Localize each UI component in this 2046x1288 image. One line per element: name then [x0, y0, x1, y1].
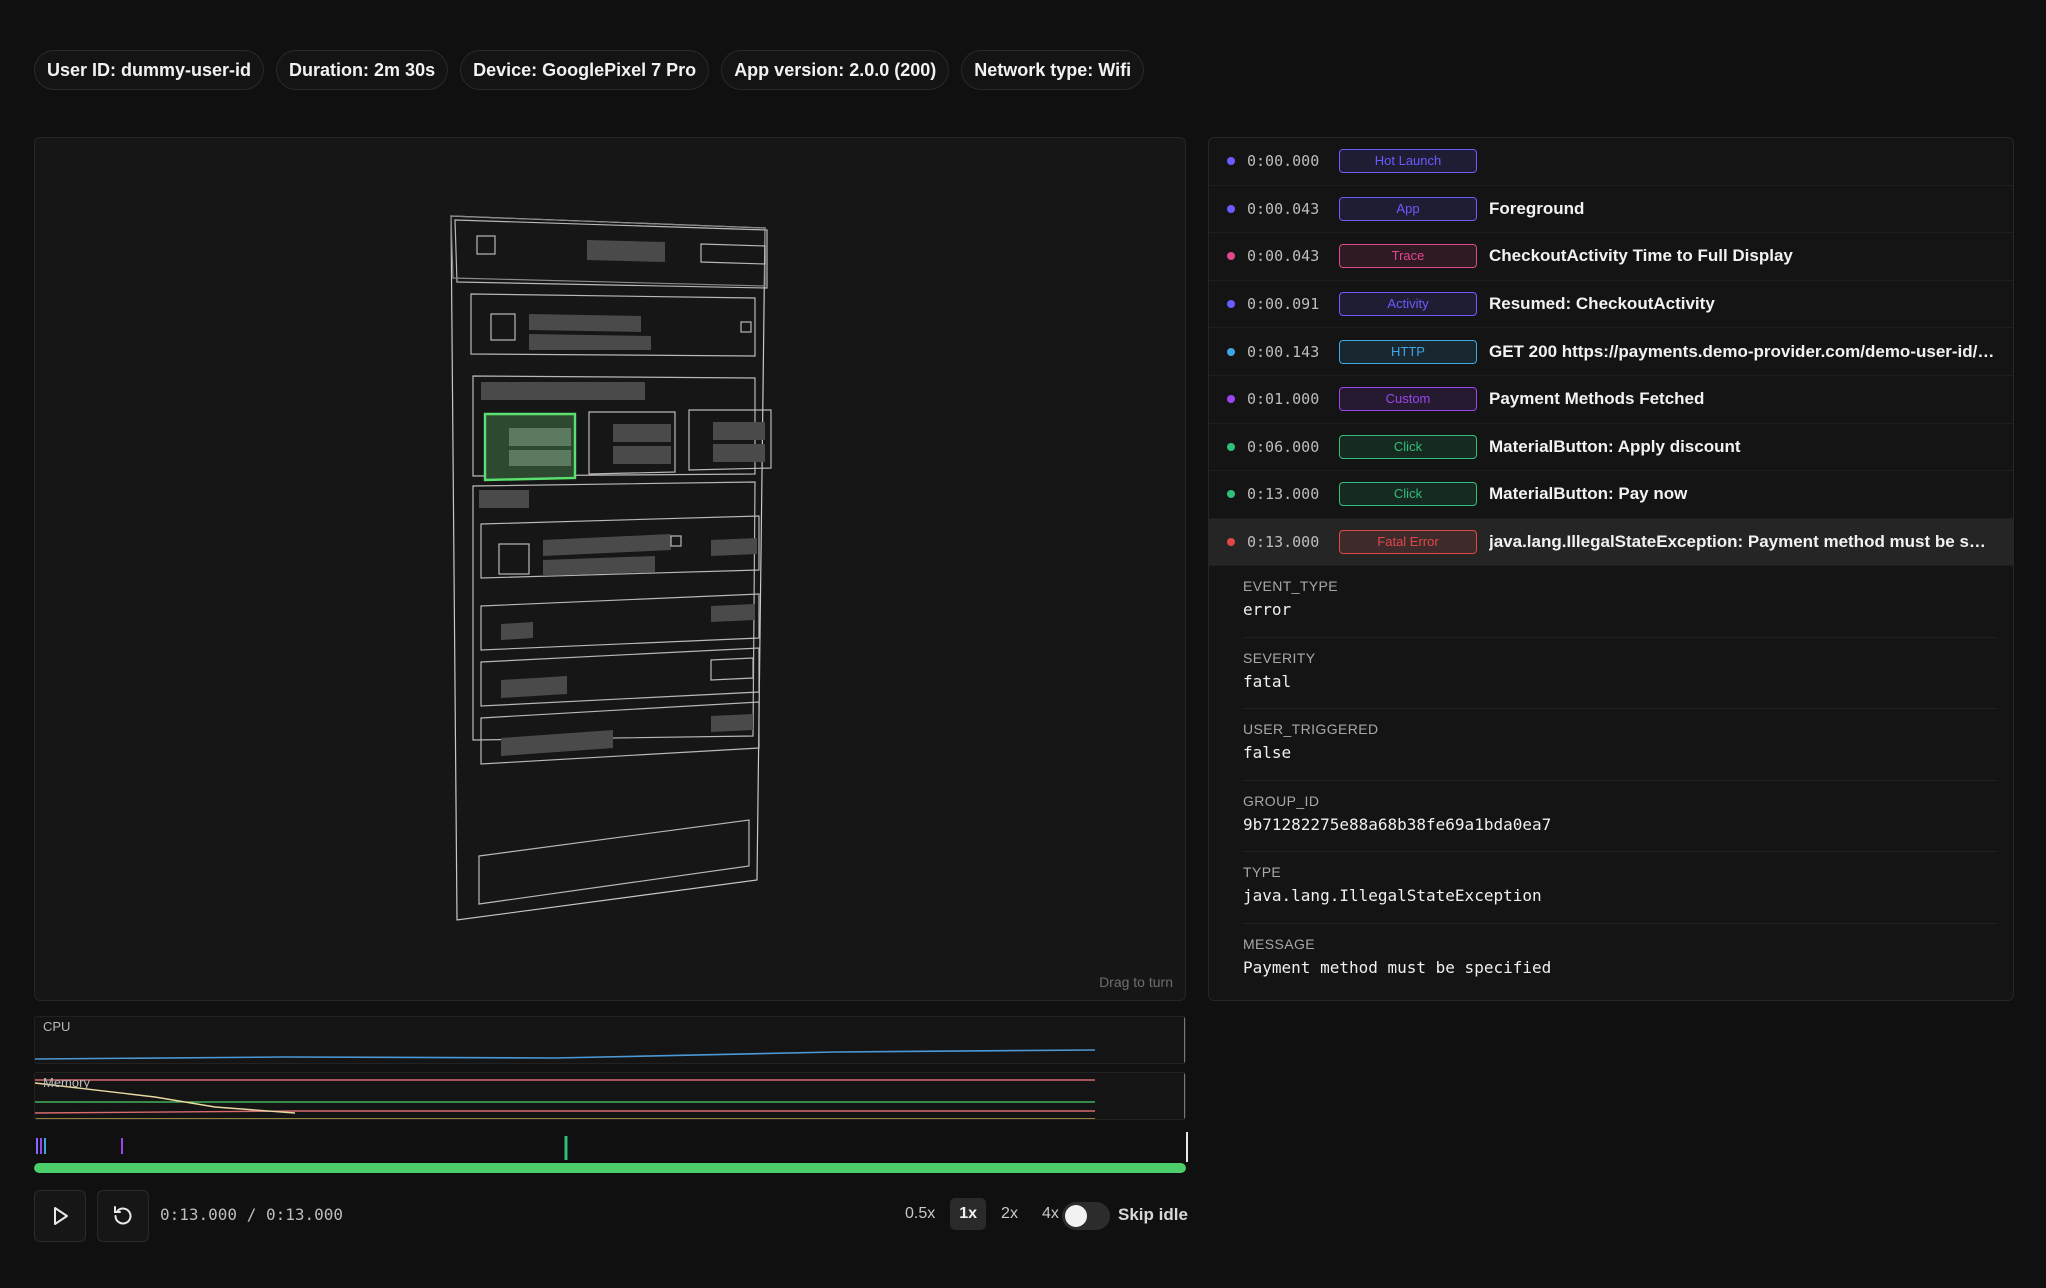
- detail-value: error: [1243, 600, 1292, 620]
- event-list: 0:00.000 Hot Launch 0:00.043 App Foreground 0…: [1209, 138, 2013, 567]
- event-time: 0:00.143: [1247, 342, 1320, 361]
- event-type-badge: Hot Launch: [1339, 149, 1477, 174]
- timeline-progress: [34, 1163, 1186, 1173]
- skip-idle-label: Skip idle: [1118, 1205, 1188, 1224]
- speed-option[interactable]: 1x: [950, 1198, 987, 1230]
- event-row[interactable]: 0:00.143 HTTP GET 200 https://payments.dem…: [1209, 328, 2013, 376]
- detail-item: EVENT_TYPEerror: [1243, 566, 1997, 638]
- event-dot: [1227, 347, 1235, 356]
- event-row[interactable]: 0:00.091 Activity Resumed: CheckoutActivit…: [1209, 281, 2013, 329]
- event-dot: [1227, 490, 1235, 499]
- memory-line-chart: [35, 1073, 1185, 1119]
- wireframe-3d-layout[interactable]: [35, 138, 1186, 1001]
- playback-time: 0:13.000 / 0:13.000: [160, 1205, 344, 1224]
- restart-button[interactable]: [97, 1190, 149, 1242]
- event-row[interactable]: 0:00.000 Hot Launch: [1209, 138, 2013, 186]
- event-dot: [1227, 395, 1235, 404]
- wireframe-viewer[interactable]: Drag to turn: [34, 137, 1186, 1001]
- play-button[interactable]: [34, 1190, 86, 1242]
- event-type-badge: Custom: [1339, 387, 1477, 412]
- event-type-badge: Trace: [1339, 244, 1477, 269]
- event-time: 0:13.000: [1247, 533, 1320, 552]
- event-type-badge: App: [1339, 196, 1477, 221]
- restart-icon: [114, 1206, 132, 1225]
- detail-value: java.lang.IllegalStateException: [1243, 886, 1542, 906]
- detail-key: MESSAGE: [1243, 935, 1316, 952]
- event-description: Payment Methods Fetched: [1489, 389, 1705, 409]
- event-row[interactable]: 0:00.043 App Foreground: [1209, 186, 2013, 234]
- memory-label: Memory: [43, 1075, 90, 1090]
- detail-value: false: [1243, 743, 1292, 763]
- event-dot: [1227, 300, 1235, 309]
- event-description: Resumed: CheckoutActivity: [1489, 294, 1715, 314]
- detail-key: EVENT_TYPE: [1243, 578, 1339, 595]
- memory-graph: Memory: [34, 1072, 1186, 1120]
- event-dot: [1227, 442, 1235, 451]
- event-description: GET 200 https://payments.demo-provider.c…: [1489, 341, 2013, 361]
- device-chip: Device: GooglePixel 7 Pro: [460, 50, 710, 90]
- play-icon: [54, 1207, 68, 1225]
- event-dot: [1227, 252, 1235, 261]
- detail-value: Payment method must be specified: [1243, 957, 1552, 977]
- event-type-badge: Click: [1339, 482, 1477, 507]
- playback-speed-selector: 0.5x 1x 2x 4x: [896, 1198, 1068, 1230]
- event-type-badge: Activity: [1339, 292, 1477, 317]
- event-time: 0:00.043: [1247, 247, 1320, 266]
- detail-key: SEVERITY: [1243, 649, 1316, 666]
- skip-idle-toggle[interactable]: [1062, 1202, 1110, 1230]
- speed-option[interactable]: 2x: [992, 1198, 1027, 1230]
- cpu-line-chart: [35, 1017, 1185, 1063]
- event-dot: [1227, 538, 1235, 547]
- timeline-event-markers: [36, 1132, 1188, 1162]
- event-dot: [1227, 204, 1235, 213]
- detail-key: USER_TRIGGERED: [1243, 721, 1379, 738]
- detail-value: 9b71282275e88a68b38fe69a1bda0ea7: [1243, 814, 1552, 834]
- event-time: 0:01.000: [1247, 390, 1320, 409]
- app-version-chip: App version: 2.0.0 (200): [721, 50, 950, 90]
- event-description: MaterialButton: Apply discount: [1489, 436, 1741, 456]
- detail-item: SEVERITY fatal: [1243, 638, 1997, 710]
- detail-value: fatal: [1243, 671, 1292, 691]
- event-time: 0:00.000: [1247, 152, 1320, 171]
- detail-item: MESSAGE Payment method must be specified: [1243, 924, 1997, 996]
- event-dot: [1227, 157, 1235, 166]
- event-row[interactable]: 0:06.000 Click MaterialButton: Apply disco…: [1209, 424, 2013, 472]
- duration-chip: Duration: 2m 30s: [276, 50, 449, 90]
- toggle-knob: [1065, 1205, 1087, 1227]
- event-time: 0:00.043: [1247, 199, 1320, 218]
- cpu-graph: CPU: [34, 1016, 1186, 1064]
- event-description: java.lang.IllegalStateException: Payment…: [1489, 532, 2013, 552]
- playback-timeline[interactable]: [34, 1163, 1186, 1173]
- events-panel: 0:00.000 Hot Launch 0:00.043 App Foreground 0…: [1208, 137, 2014, 1001]
- detail-item: GROUP_ID 9b71282275e88a68b38fe69a1bda0ea7: [1243, 781, 1997, 853]
- session-info-bar: User ID: dummy-user-id Duration: 2m 30s …: [34, 50, 1145, 90]
- event-details: EVENT_TYPEerror SEVERITY fatal USER_TRIGGER…: [1209, 566, 2013, 995]
- event-row[interactable]: 0:00.043 Trace CheckoutActivity Time to Fu…: [1209, 233, 2013, 281]
- detail-item: TYPE java.lang.IllegalStateException: [1243, 852, 1997, 924]
- cpu-label: CPU: [43, 1019, 71, 1034]
- event-description: MaterialButton: Pay now: [1489, 484, 1688, 504]
- network-type-chip: Network type: Wifi: [961, 50, 1145, 90]
- event-description: CheckoutActivity Time to Full Display: [1489, 246, 1793, 266]
- event-time: 0:13.000: [1247, 485, 1320, 504]
- event-type-badge: Fatal Error: [1339, 530, 1477, 555]
- user-id-chip: User ID: dummy-user-id: [34, 50, 265, 90]
- event-type-badge: Click: [1339, 434, 1477, 459]
- event-time: 0:06.000: [1247, 437, 1320, 456]
- event-row[interactable]: 0:13.000 Fatal Error java.lang.IllegalStat…: [1209, 518, 2013, 567]
- detail-item: USER_TRIGGEREDfalse: [1243, 709, 1997, 781]
- event-row[interactable]: 0:13.000 Click MaterialButton: Pay now: [1209, 471, 2013, 519]
- detail-key: TYPE: [1243, 864, 1282, 881]
- event-type-badge: HTTP: [1339, 339, 1477, 364]
- detail-key: GROUP_ID: [1243, 792, 1320, 809]
- event-time: 0:00.091: [1247, 295, 1320, 314]
- event-description: Foreground: [1489, 198, 1585, 218]
- drag-to-turn-hint: Drag to turn: [1099, 974, 1173, 990]
- speed-option[interactable]: 0.5x: [896, 1198, 944, 1230]
- event-row[interactable]: 0:01.000 Custom Payment Methods Fetched: [1209, 376, 2013, 424]
